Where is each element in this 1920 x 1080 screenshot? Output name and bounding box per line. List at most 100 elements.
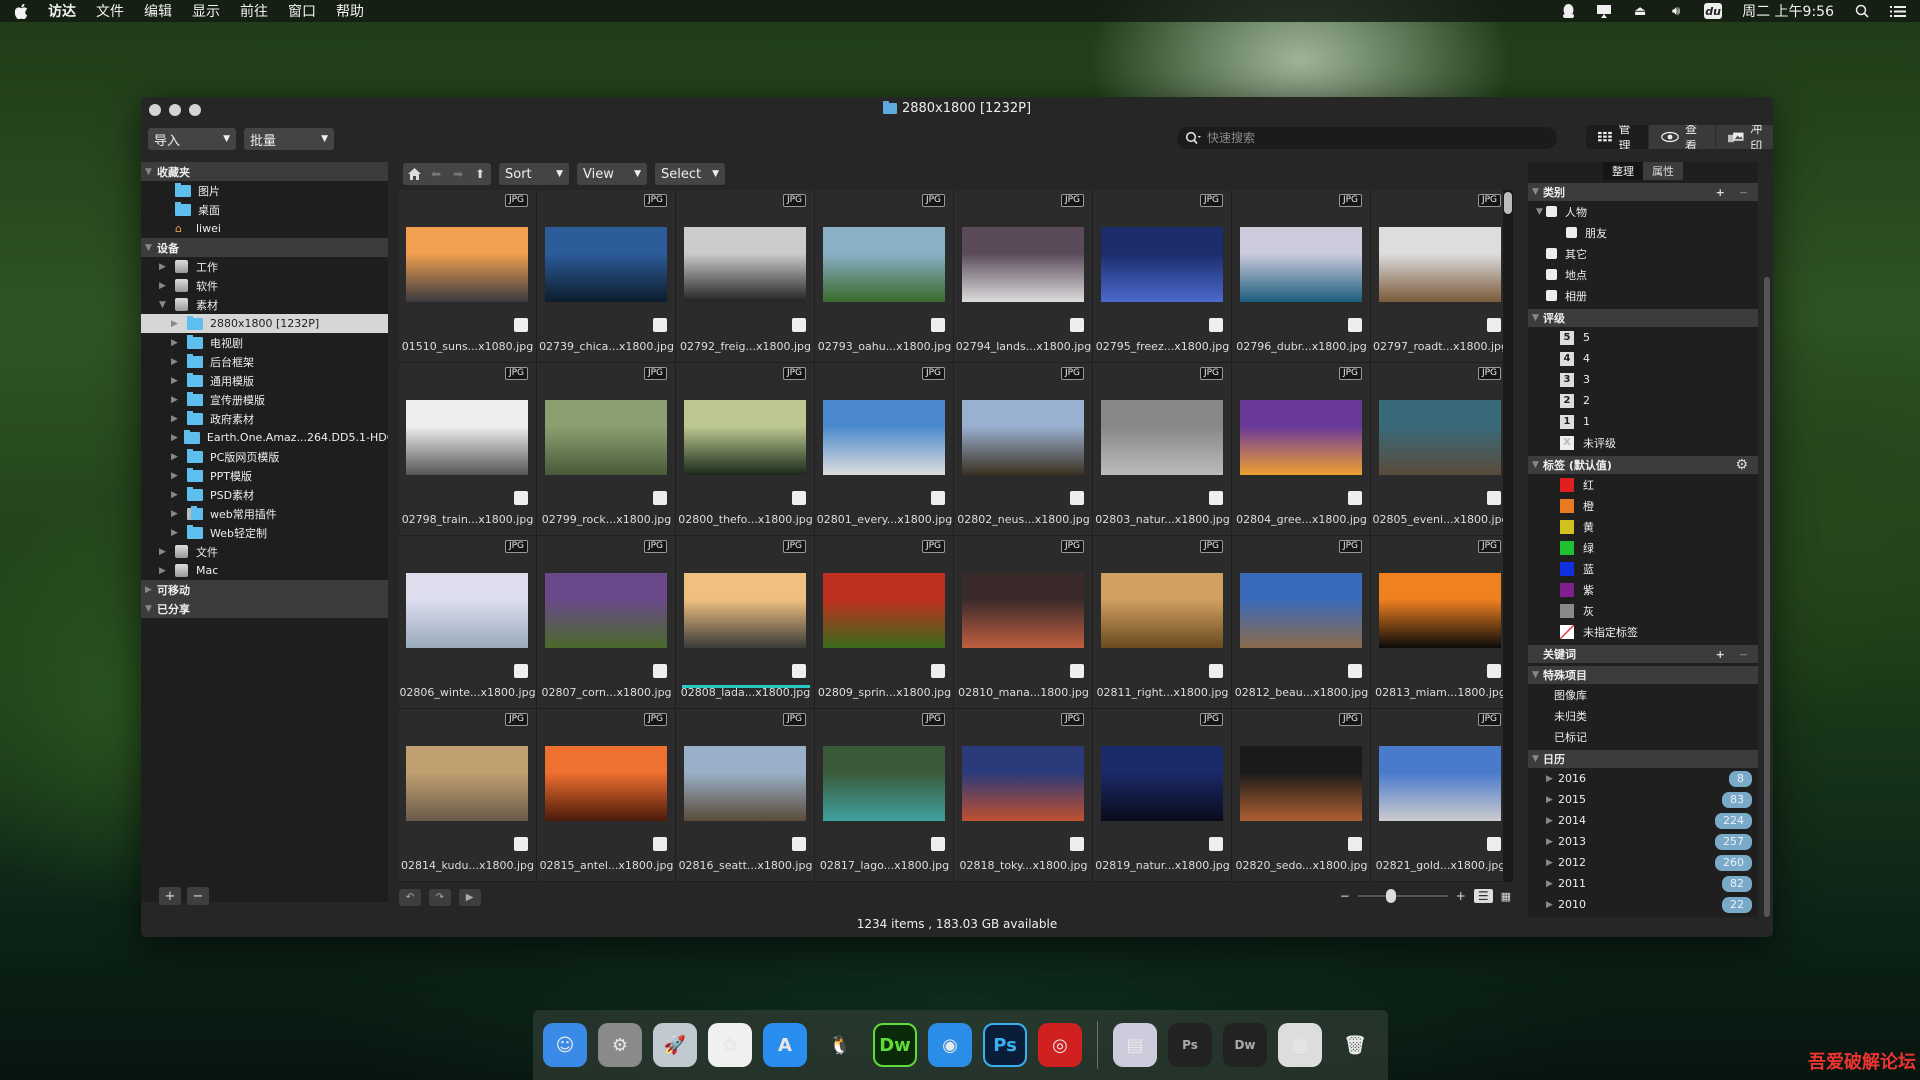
menu-go[interactable]: 前往 — [240, 1, 268, 21]
qq-icon[interactable] — [1560, 3, 1576, 19]
sidebar-item[interactable]: ▶ 通用模版 — [141, 371, 388, 390]
add-icon[interactable]: + — [1716, 648, 1725, 661]
category-item[interactable]: 朋友 — [1528, 222, 1758, 243]
dock-app-store-icon[interactable]: A — [763, 1023, 807, 1067]
add-icon[interactable]: + — [1716, 186, 1725, 199]
thumbnail-cell[interactable]: JPG 02798_train...x1800.jpg — [399, 363, 537, 536]
thumbnail-cell[interactable]: JPG 02799_rock...x1800.jpg — [538, 363, 676, 536]
special-item[interactable]: 未归类 — [1528, 705, 1758, 726]
thumbnail-cell[interactable]: JPG 02816_seatt...x1800.jpg — [677, 709, 815, 882]
slider-knob[interactable] — [1385, 889, 1396, 903]
dock-dw-window-icon[interactable]: Dw — [1223, 1023, 1267, 1067]
disclosure-icon[interactable]: ▶ — [171, 395, 181, 405]
select-checkbox[interactable] — [1070, 837, 1084, 851]
menu-help[interactable]: 帮助 — [336, 1, 364, 21]
photo-thumbnail[interactable] — [684, 227, 806, 302]
sidebar-item[interactable]: ▶ 软件 — [141, 276, 388, 295]
disclosure-open-icon[interactable]: ▼ — [145, 243, 154, 253]
thumbnail-cell[interactable]: JPG 02819_natur...x1800.jpg — [1094, 709, 1232, 882]
rating-item[interactable]: 55 — [1528, 327, 1758, 348]
category-item[interactable]: 地点 — [1528, 264, 1758, 285]
disclosure-closed-icon[interactable]: ▶ — [1546, 795, 1558, 805]
grid-view-icon[interactable]: ▦ — [1501, 890, 1511, 903]
rating-item[interactable]: 44 — [1528, 348, 1758, 369]
rating-item[interactable]: 22 — [1528, 390, 1758, 411]
color-label-item[interactable]: 灰 — [1528, 600, 1758, 621]
photo-thumbnail[interactable] — [1240, 746, 1362, 821]
thumbnail-cell[interactable]: JPG 02818_toky...x1800.jpg — [955, 709, 1093, 882]
select-checkbox[interactable] — [514, 664, 528, 678]
calendar-header[interactable]: ▼ 日历 — [1528, 750, 1758, 768]
select-checkbox[interactable] — [514, 318, 528, 332]
thumbnail-cell[interactable]: JPG 02797_roadt...x1800.jpg — [1372, 190, 1510, 363]
disclosure-open-icon[interactable]: ▼ — [1532, 187, 1543, 197]
home-icon[interactable] — [403, 163, 425, 185]
list-view-icon[interactable]: ☰ — [1473, 889, 1493, 903]
thumbnail-cell[interactable]: JPG 02820_sedo...x1800.jpg — [1233, 709, 1371, 882]
remove-source-button[interactable]: − — [187, 887, 209, 905]
remove-icon[interactable]: − — [1739, 186, 1748, 199]
select-checkbox[interactable] — [931, 491, 945, 505]
disclosure-icon[interactable]: ▶ — [171, 357, 181, 367]
airplay-icon[interactable] — [1596, 3, 1612, 19]
ratings-header[interactable]: ▼ 评级 — [1528, 309, 1758, 327]
sidebar-section-header[interactable]: ▼ 设备 — [141, 238, 388, 257]
categories-header[interactable]: ▼ 类别 + − — [1528, 183, 1758, 201]
sidebar-section-header[interactable]: ▶ 可移动 — [141, 580, 388, 599]
import-dropdown[interactable]: 导入 ▼ — [148, 128, 236, 150]
mode-view[interactable]: 查看 — [1649, 125, 1717, 149]
disclosure-icon[interactable]: ▶ — [159, 566, 169, 576]
menu-edit[interactable]: 编辑 — [144, 1, 172, 21]
panel-scrollbar[interactable] — [1764, 277, 1770, 917]
sidebar-item[interactable]: ▶ 工作 — [141, 257, 388, 276]
notification-list-icon[interactable] — [1890, 3, 1906, 19]
photo-thumbnail[interactable] — [545, 573, 667, 648]
photo-thumbnail[interactable] — [1101, 400, 1223, 475]
thumbnail-cell[interactable]: JPG 02817_lago...x1800.jpg — [816, 709, 954, 882]
calendar-year-item[interactable]: ▶ 2016 8 — [1528, 768, 1758, 789]
photo-thumbnail[interactable] — [1101, 746, 1223, 821]
calendar-year-item[interactable]: ▶ 2012 260 — [1528, 852, 1758, 873]
dock-qq-icon[interactable]: 🐧 — [818, 1023, 862, 1067]
thumbnail-cell[interactable]: JPG 02805_eveni...x1800.jpg — [1372, 363, 1510, 536]
rotate-left-icon[interactable]: ↶ — [399, 889, 421, 906]
keywords-header[interactable]: 关键词 + − — [1528, 645, 1758, 663]
category-checkbox[interactable] — [1546, 248, 1557, 259]
batch-dropdown[interactable]: 批量 ▼ — [244, 128, 334, 150]
category-checkbox[interactable] — [1546, 206, 1557, 217]
sidebar-item[interactable]: ▶ Mac — [141, 561, 388, 580]
sidebar-item[interactable]: ▶ 文件 — [141, 542, 388, 561]
color-label-item[interactable]: 红 — [1528, 474, 1758, 495]
thumbnail-cell[interactable]: JPG 02795_freez...x1800.jpg — [1094, 190, 1232, 363]
select-checkbox[interactable] — [653, 491, 667, 505]
disclosure-closed-icon[interactable]: ▶ — [1546, 774, 1558, 784]
sidebar-item[interactable]: ▶ PPT模版 — [141, 466, 388, 485]
select-checkbox[interactable] — [931, 318, 945, 332]
select-checkbox[interactable] — [792, 491, 806, 505]
select-dropdown[interactable]: Select ▼ — [655, 163, 725, 185]
photo-thumbnail[interactable] — [823, 573, 945, 648]
thumbnail-cell[interactable]: JPG 02804_gree...x1800.jpg — [1233, 363, 1371, 536]
menu-window[interactable]: 窗口 — [288, 1, 316, 21]
disclosure-icon[interactable]: ▼ — [159, 300, 169, 310]
select-checkbox[interactable] — [514, 837, 528, 851]
select-checkbox[interactable] — [1348, 318, 1362, 332]
color-label-item[interactable]: 未指定标签 — [1528, 621, 1758, 642]
special-item[interactable]: 图像库 — [1528, 684, 1758, 705]
quick-search[interactable] — [1177, 127, 1557, 149]
photo-thumbnail[interactable] — [962, 227, 1084, 302]
search-input[interactable] — [1207, 131, 1527, 145]
photo-thumbnail[interactable] — [1101, 227, 1223, 302]
dock-launchpad-icon[interactable]: 🚀 — [653, 1023, 697, 1067]
select-checkbox[interactable] — [1348, 664, 1362, 678]
sidebar-item[interactable]: ▶ 电视剧 — [141, 333, 388, 352]
color-label-item[interactable]: 绿 — [1528, 537, 1758, 558]
select-checkbox[interactable] — [1209, 837, 1223, 851]
menu-view[interactable]: 显示 — [192, 1, 220, 21]
photo-thumbnail[interactable] — [962, 746, 1084, 821]
dock-browser-icon[interactable]: ◉ — [928, 1023, 972, 1067]
thumbnail-cell[interactable]: JPG 02813_miam...1800.jpg — [1372, 536, 1510, 709]
select-checkbox[interactable] — [792, 318, 806, 332]
color-label-item[interactable]: 黄 — [1528, 516, 1758, 537]
zoom-out-icon[interactable]: − — [1340, 889, 1350, 903]
